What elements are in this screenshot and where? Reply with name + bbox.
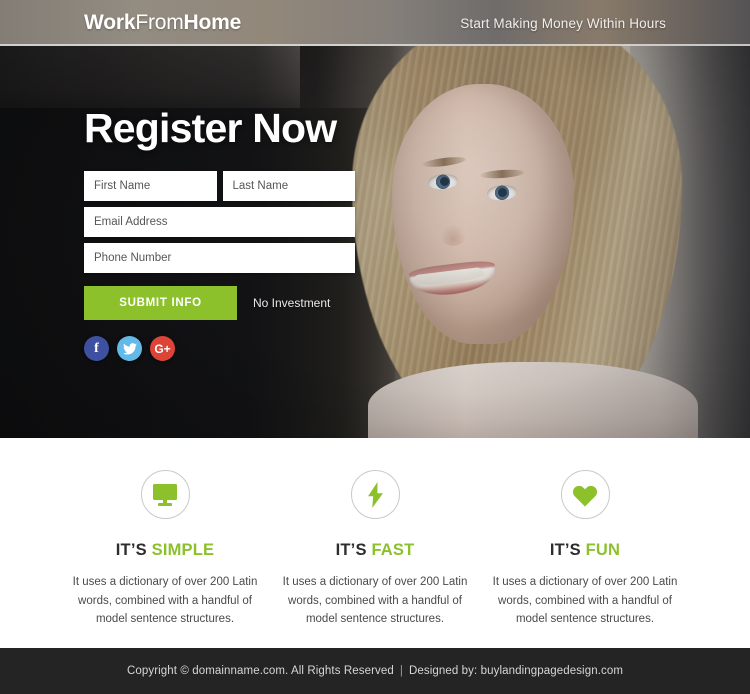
header-tagline: Start Making Money Within Hours: [460, 15, 666, 31]
site-footer: Copyright © domainname.com. All Rights R…: [0, 648, 750, 694]
feature-title-fast: IT’S FAST: [270, 541, 480, 560]
lightning-bolt-icon: [350, 470, 400, 519]
logo-part-home: Home: [183, 11, 242, 34]
facebook-icon[interactable]: f: [84, 336, 109, 361]
feature-title-accent: SIMPLE: [151, 541, 215, 559]
feature-title-fun: IT’S FUN: [480, 541, 690, 560]
monitor-icon: [140, 470, 190, 519]
feature-card-fun: IT’S FUN It uses a dictionary of over 20…: [480, 438, 690, 648]
feature-title-accent: FUN: [585, 541, 621, 559]
feature-title-prefix: IT’S: [115, 541, 152, 559]
feature-title-prefix: IT’S: [335, 541, 372, 559]
logo-part-from: From: [135, 11, 184, 34]
heart-icon: [560, 470, 610, 519]
footer-designed-by[interactable]: Designed by: buylandingpagedesign.com: [409, 665, 623, 677]
google-plus-icon[interactable]: G+: [150, 336, 175, 361]
phone-input[interactable]: [84, 243, 355, 273]
registration-form: SUBMIT INFO No Investment: [84, 171, 355, 320]
feature-title-simple: IT’S SIMPLE: [60, 541, 270, 560]
page-title: Register Now: [84, 105, 337, 151]
feature-card-fast: IT’S FAST It uses a dictionary of over 2…: [270, 438, 480, 648]
landing-page: WorkFromHome Start Making Money Within H…: [0, 0, 750, 694]
feature-card-simple: IT’S SIMPLE It uses a dictionary of over…: [60, 438, 270, 648]
first-name-input[interactable]: [84, 171, 217, 201]
site-header: WorkFromHome Start Making Money Within H…: [0, 0, 750, 46]
submit-info-button[interactable]: SUBMIT INFO: [84, 286, 237, 320]
last-name-input[interactable]: [222, 171, 355, 201]
feature-title-prefix: IT’S: [549, 541, 586, 559]
twitter-icon[interactable]: [117, 336, 142, 361]
logo-part-work: Work: [84, 11, 136, 34]
feature-description-fun: It uses a dictionary of over 200 Latin w…: [492, 576, 678, 626]
feature-title-accent: FAST: [371, 541, 415, 559]
footer-copyright: Copyright © domainname.com. All Rights R…: [126, 665, 394, 677]
features-section: IT’S SIMPLE It uses a dictionary of over…: [0, 438, 750, 648]
footer-separator: |: [399, 665, 403, 677]
feature-description-simple: It uses a dictionary of over 200 Latin w…: [72, 576, 258, 626]
no-investment-note: No Investment: [253, 296, 331, 310]
feature-description-fast: It uses a dictionary of over 200 Latin w…: [282, 576, 468, 626]
site-logo[interactable]: WorkFromHome: [84, 11, 241, 35]
footer-text: Copyright © domainname.com. All Rights R…: [127, 665, 623, 677]
hero-section: Register Now SUBMIT INFO No Investment f: [0, 46, 750, 438]
email-input[interactable]: [84, 207, 355, 237]
social-links: f G+: [84, 336, 384, 361]
